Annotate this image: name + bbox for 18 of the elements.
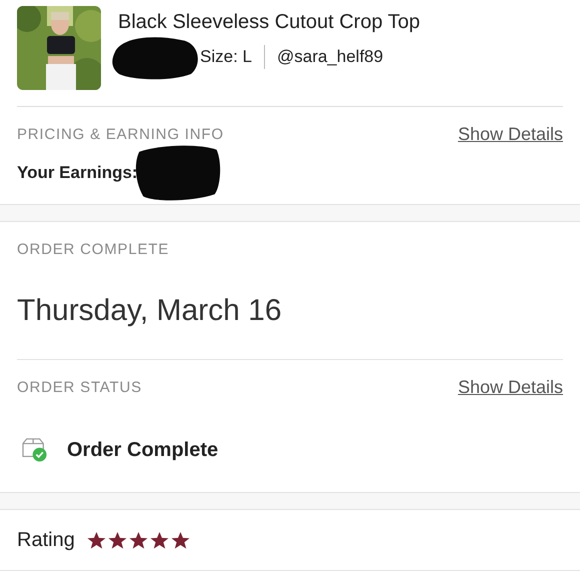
order-status: Order Complete <box>67 438 218 462</box>
star-icon <box>128 530 148 550</box>
star-icon <box>86 530 106 550</box>
show-details-link[interactable]: Show Details <box>458 377 563 398</box>
earnings-label: Your Earnings: <box>17 163 138 183</box>
show-details-link[interactable]: Show Details <box>458 124 563 145</box>
section-heading: ORDER COMPLETE <box>17 241 170 258</box>
section-heading: PRICING & EARNING INFO <box>17 126 224 143</box>
star-icon <box>170 530 190 550</box>
section-heading: ORDER STATUS <box>17 379 142 396</box>
item-title: Black Sleeveless Cutout Crop Top <box>118 11 420 34</box>
order-date: Thursday, March 16 <box>17 294 283 328</box>
seller-username: @sara_helf89 <box>276 47 384 67</box>
box-check-icon <box>21 438 49 462</box>
star-icon <box>150 530 169 550</box>
item-size: Size: L <box>200 47 252 67</box>
rating-label: Rating <box>17 528 75 552</box>
star-icon <box>108 530 127 550</box>
